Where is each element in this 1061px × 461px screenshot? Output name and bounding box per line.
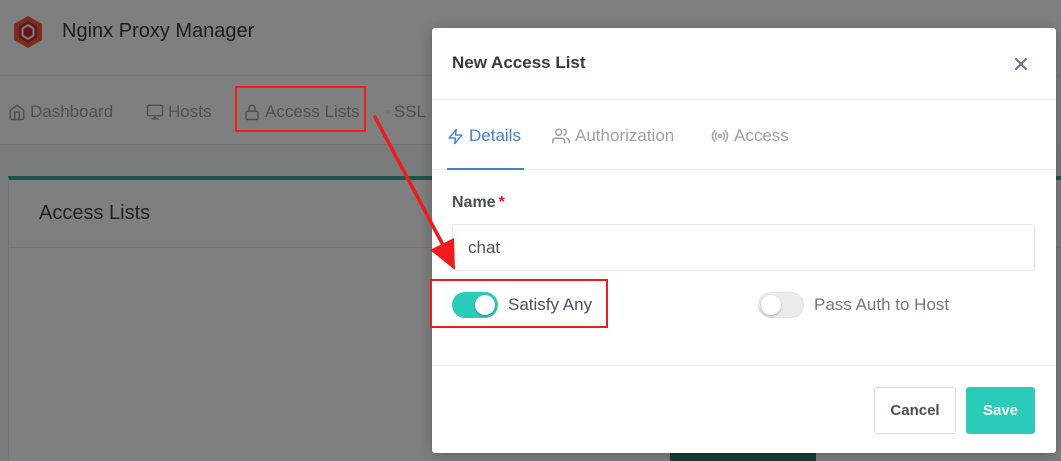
annotation-arrow <box>373 115 455 270</box>
